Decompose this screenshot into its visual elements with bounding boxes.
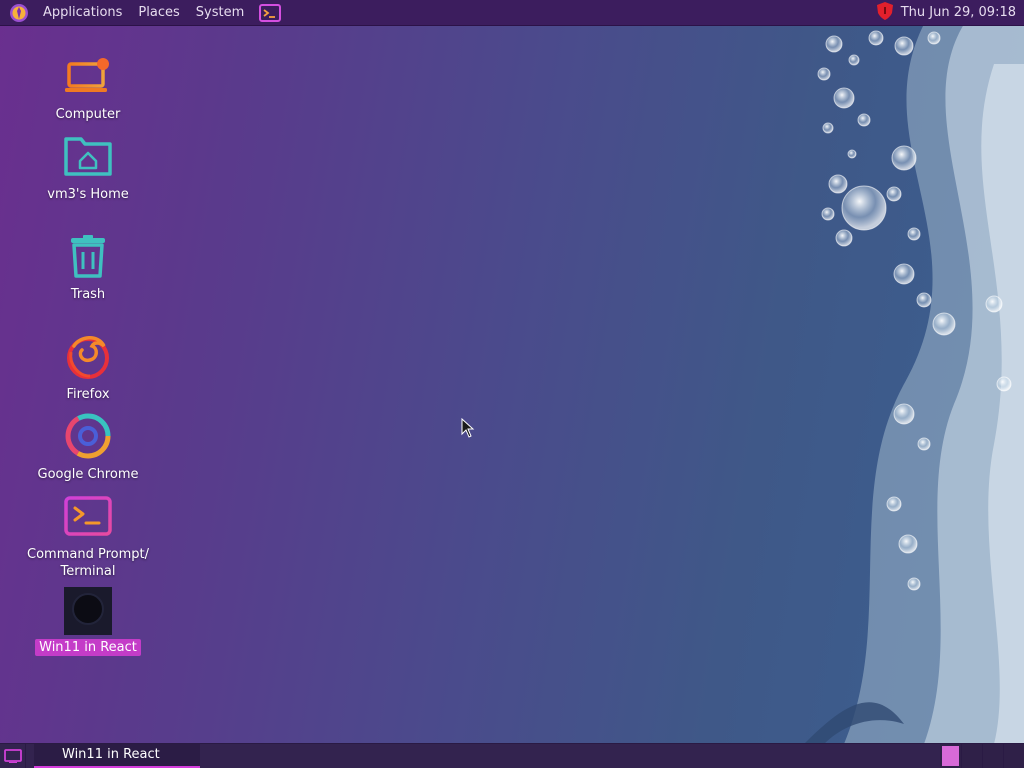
desktop-icon-label: Computer — [55, 107, 121, 122]
terminal-icon — [62, 490, 114, 542]
win11-icon — [64, 587, 112, 635]
desktop-icon-label: Trash — [70, 287, 106, 302]
terminal-launcher-icon[interactable] — [258, 3, 282, 23]
clock[interactable]: Thu Jun 29, 09:18 — [895, 5, 1018, 20]
workspace-1[interactable] — [940, 744, 961, 768]
desktop-icon-chrome[interactable]: Google Chrome — [8, 410, 168, 483]
trash-icon — [62, 230, 114, 282]
computer-icon — [62, 50, 114, 102]
top-panel: Applications Places System Thu Jun 29, 0… — [0, 0, 1024, 26]
menu-applications[interactable]: Applications — [35, 0, 130, 26]
home-folder-icon — [62, 130, 114, 182]
clock-area: Thu Jun 29, 09:18 — [875, 1, 1024, 25]
desktop-icon-win11[interactable]: Win11 in React — [8, 587, 168, 656]
desktop-icon-label: Google Chrome — [37, 467, 139, 482]
desktop-icon-terminal[interactable]: Command Prompt/ Terminal — [8, 490, 168, 580]
menu-system[interactable]: System — [188, 0, 252, 26]
app-menu-logo-icon[interactable] — [8, 2, 30, 24]
workspace-switcher — [940, 744, 1024, 768]
show-desktop-icon[interactable] — [0, 744, 26, 768]
desktop-icon-label: Firefox — [66, 387, 110, 402]
taskbar-button-win11[interactable]: Win11 in React — [34, 744, 200, 768]
workspace-2[interactable] — [961, 744, 982, 768]
workspace-4[interactable] — [1003, 744, 1024, 768]
chrome-icon — [62, 410, 114, 462]
mouse-cursor-icon — [461, 418, 475, 438]
wallpaper-swirl — [804, 24, 1024, 744]
desktop-icon-label: Win11 in React — [35, 639, 141, 656]
desktop-icon-label: vm3's Home — [47, 187, 129, 202]
firefox-icon — [62, 330, 114, 382]
menu-places[interactable]: Places — [130, 0, 187, 26]
desktop-icon-firefox[interactable]: Firefox — [8, 330, 168, 403]
shield-icon[interactable] — [875, 1, 895, 25]
desktop-icon-label: Command Prompt/ Terminal — [27, 547, 149, 579]
desktop-icon-computer[interactable]: Computer — [8, 50, 168, 123]
bottom-panel: Win11 in React — [0, 743, 1024, 768]
desktop-icon-home[interactable]: vm3's Home — [8, 130, 168, 203]
workspace-3[interactable] — [982, 744, 1003, 768]
desktop-icon-trash[interactable]: Trash — [8, 230, 168, 303]
